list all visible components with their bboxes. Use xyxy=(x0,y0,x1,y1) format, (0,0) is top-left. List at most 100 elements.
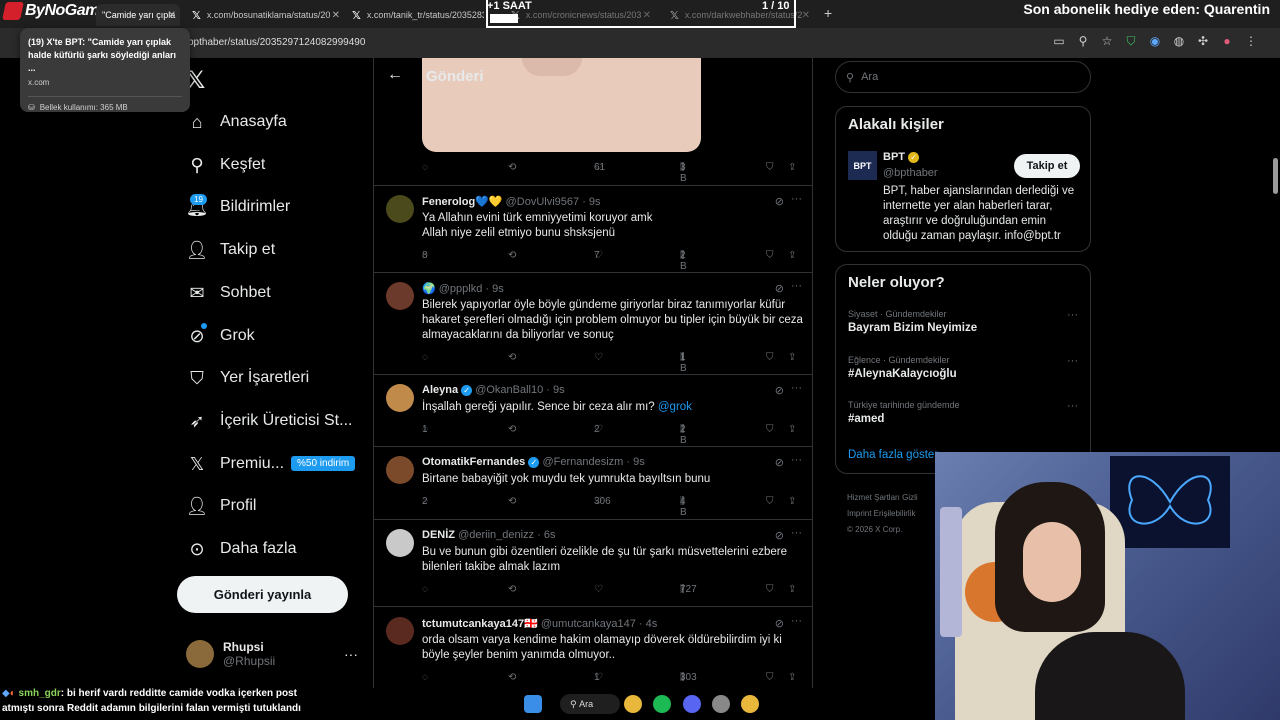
reply-text: Ya Allahın evini türk emniyyetimi koruyo… xyxy=(422,212,653,239)
nav-more[interactable]: ⊙ Daha fazla xyxy=(186,534,296,564)
discord-icon[interactable] xyxy=(683,695,701,713)
nav-grok[interactable]: ⊘ Grok xyxy=(186,321,254,351)
obs-icon[interactable] xyxy=(712,695,730,713)
nav-premium[interactable]: 𝕏 Premiu... xyxy=(186,449,284,479)
post-button[interactable]: Gönderi yayınla xyxy=(177,576,348,613)
grok-icon[interactable]: ⊘ xyxy=(775,529,784,542)
retweet-icon[interactable]: ⟲ xyxy=(508,352,516,363)
show-more-link[interactable]: Daha fazla göster xyxy=(848,449,938,461)
profile-icon[interactable]: ● xyxy=(1220,34,1234,49)
back-arrow-icon[interactable]: ← xyxy=(387,66,403,84)
grok-icon[interactable]: ⊘ xyxy=(775,456,784,469)
cast-icon[interactable]: ▭ xyxy=(1052,34,1066,49)
close-icon[interactable]: ✕ xyxy=(332,10,340,21)
trend-item[interactable]: Siyaset · Gündemdekiler Bayram Bizim Ney… xyxy=(848,309,1078,334)
trend-name: #AleynaKalaycıoğlu xyxy=(848,368,957,380)
bookmark-icon[interactable]: ⛉ xyxy=(766,672,774,683)
share-icon[interactable]: ⇪ xyxy=(788,584,796,595)
reply-icon[interactable]: ◌ xyxy=(422,352,428,363)
account-switcher[interactable]: Rhupsi @Rhupsii xyxy=(186,640,275,668)
url-field[interactable]: bpthaber/status/2035297124082999490 xyxy=(188,37,365,48)
nav-creator-studio[interactable]: ➶ İçerik Üreticisi St... xyxy=(186,406,352,436)
more-options-icon[interactable]: ··· xyxy=(791,382,802,394)
nav-chat[interactable]: ✉ Sohbet xyxy=(186,278,271,308)
puzzle-icon[interactable]: ✣ xyxy=(1196,34,1210,49)
windows-start-icon[interactable] xyxy=(524,695,542,713)
trend-item[interactable]: Eğlence · Gündemdekiler #AleynaKalaycıoğ… xyxy=(848,355,1078,380)
nav-chat-label: Sohbet xyxy=(220,284,271,301)
bpt-bio: BPT, haber ajanslarından derlediği ve in… xyxy=(883,185,1075,242)
zoom-icon[interactable]: ⚲ xyxy=(1076,34,1090,49)
nav-explore[interactable]: ⚲ Keşfet xyxy=(186,150,265,180)
retweet-icon[interactable]: ⟲ xyxy=(508,584,516,595)
nav-follow[interactable]: 👤︎ Takip et xyxy=(186,235,276,265)
nav-bookmarks[interactable]: ⛉ Yer İşaretleri xyxy=(186,363,309,393)
bpt-logo[interactable]: BPT xyxy=(848,151,877,180)
search-input[interactable]: ⚲ Ara xyxy=(835,61,1091,93)
footer-line-1[interactable]: Hizmet Şartları Gizli xyxy=(847,490,918,506)
share-icon[interactable]: ⇪ xyxy=(788,496,796,507)
trend-item[interactable]: Türkiye tarihinde gündemde #amed ··· xyxy=(848,400,1078,425)
grok-icon[interactable]: ⊘ xyxy=(775,617,784,630)
retweet-icon[interactable]: ⟲ xyxy=(508,672,516,683)
more-options-icon[interactable]: ··· xyxy=(344,646,358,662)
heart-icon[interactable]: ♡ xyxy=(594,352,603,363)
more-options-icon[interactable]: ··· xyxy=(1067,355,1078,367)
taskbar-search[interactable]: ⚲ Ara xyxy=(560,694,620,714)
bookmark-icon[interactable]: ⛉ xyxy=(766,424,774,435)
scroll-thumb[interactable] xyxy=(1273,158,1278,194)
tab-3[interactable]: 𝕏 x.com/tanik_tr/status/20352837 xyxy=(346,4,484,26)
retweet-icon[interactable]: ⟲ xyxy=(508,496,516,507)
close-icon[interactable]: ✕ xyxy=(168,10,176,21)
bookmark-icon[interactable]: ⛉ xyxy=(766,250,774,261)
mention-link[interactable]: @grok xyxy=(658,401,692,413)
reply-icon[interactable]: ◌ xyxy=(422,672,428,683)
more-options-icon[interactable]: ··· xyxy=(791,193,802,205)
bookmark-icon[interactable]: ⛉ xyxy=(766,352,774,363)
menu-icon[interactable]: ⋮ xyxy=(1244,34,1258,49)
new-tab-button[interactable]: + xyxy=(824,5,832,21)
reply-actions: ◌ ⟲ ♡ 1 ⫼ 303 ⛉ ⇪ xyxy=(422,672,802,688)
home-icon: ⌂ xyxy=(191,111,203,132)
spotify-icon[interactable] xyxy=(653,695,671,713)
bookmark-icon[interactable]: ⛉ xyxy=(766,162,774,173)
reply-icon[interactable]: ◌ xyxy=(422,162,428,173)
tab-hover-card: (19) X'te BPT: "Camide yarı çıplak halde… xyxy=(20,28,190,112)
more-options-icon[interactable]: ··· xyxy=(1067,400,1078,412)
heart-icon[interactable]: ♡ xyxy=(594,584,603,595)
chrome-icon[interactable] xyxy=(741,695,759,713)
grok-icon[interactable]: ⊘ xyxy=(775,384,784,397)
share-icon[interactable]: ⇪ xyxy=(788,672,796,683)
follow-button[interactable]: Takip et xyxy=(1014,154,1080,178)
star-icon[interactable]: ☆ xyxy=(1100,34,1114,49)
reply-icon[interactable]: ◌ xyxy=(422,584,428,595)
more-options-icon[interactable]: ··· xyxy=(791,527,802,539)
more-options-icon[interactable]: ··· xyxy=(1067,309,1078,321)
share-icon[interactable]: ⇪ xyxy=(788,162,796,173)
share-icon[interactable]: ⇪ xyxy=(788,352,796,363)
nav-profile[interactable]: 👤︎ Profil xyxy=(186,491,257,521)
close-icon[interactable]: ✕ xyxy=(802,10,810,21)
more-options-icon[interactable]: ··· xyxy=(791,280,802,292)
bpt-name[interactable]: BPT ✓ xyxy=(883,151,920,163)
footer-line-2[interactable]: Imprint Erişilebilirlik xyxy=(847,506,918,522)
bookmark-icon[interactable]: ⛉ xyxy=(766,496,774,507)
bookmark-icon: ⛉ xyxy=(190,367,204,388)
tab-1[interactable]: "Camide yarı çıpla ✕ xyxy=(96,4,180,26)
grok-icon[interactable]: ⊘ xyxy=(775,195,784,208)
shield-icon[interactable]: ⛉ xyxy=(1124,34,1138,49)
nav-home[interactable]: ⌂ Anasayfa xyxy=(186,107,287,137)
extension-icon[interactable]: ◍ xyxy=(1172,34,1186,49)
more-options-icon[interactable]: ··· xyxy=(791,454,802,466)
chrome-icon[interactable] xyxy=(624,695,642,713)
retweet-icon[interactable]: ⟲ xyxy=(508,162,516,173)
tab-2[interactable]: 𝕏 x.com/bosunatiklama/status/20 ✕ xyxy=(186,4,344,26)
more-options-icon[interactable]: ··· xyxy=(791,615,802,627)
retweet-icon[interactable]: ⟲ xyxy=(508,250,516,261)
grok-icon[interactable]: ⊘ xyxy=(775,282,784,295)
audio-icon[interactable]: ◉ xyxy=(1148,34,1162,49)
bookmark-icon[interactable]: ⛉ xyxy=(766,584,774,595)
share-icon[interactable]: ⇪ xyxy=(788,424,796,435)
share-icon[interactable]: ⇪ xyxy=(788,250,796,261)
retweet-icon[interactable]: ⟲ xyxy=(508,424,516,435)
